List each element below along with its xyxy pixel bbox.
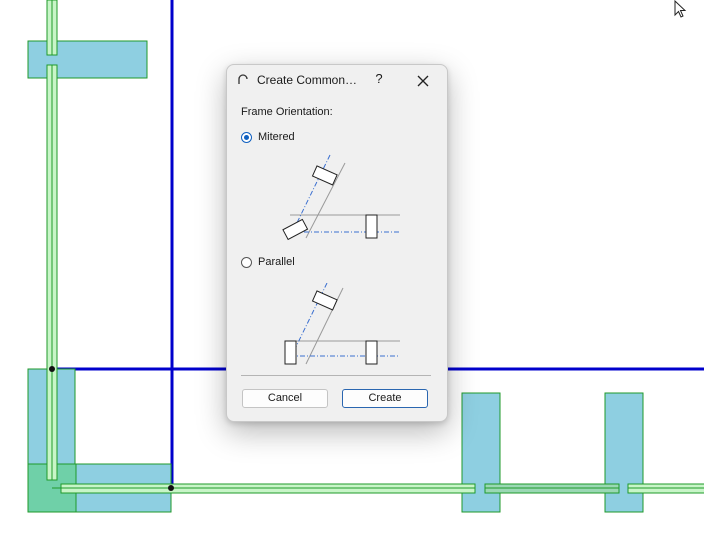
create-button[interactable]: Create [342, 389, 428, 408]
parallel-diagram [284, 283, 400, 365]
node-point[interactable] [49, 366, 55, 372]
column[interactable] [604, 392, 644, 513]
help-button[interactable]: ? [372, 71, 386, 89]
frame-orientation-label: Frame Orientation: [241, 106, 333, 118]
close-icon[interactable] [414, 72, 432, 90]
cancel-button[interactable]: Cancel [242, 389, 328, 408]
column[interactable] [27, 40, 148, 79]
dialog-title: Create Common… [257, 73, 358, 87]
node-point[interactable] [168, 485, 174, 491]
column[interactable] [461, 392, 501, 513]
dialog-titlebar[interactable]: Create Common… ? [227, 65, 447, 95]
radio-button-selected[interactable] [241, 132, 252, 143]
separator [241, 375, 431, 376]
create-common-frames-dialog: Create Common… ? Frame Orientation: Mite… [226, 64, 448, 422]
radio-button[interactable] [241, 257, 252, 268]
radio-label: Mitered [258, 131, 295, 143]
mitered-diagram [282, 154, 400, 241]
radio-label: Parallel [258, 256, 295, 268]
app-icon [238, 74, 248, 84]
cursor-arrow-icon [674, 0, 687, 18]
